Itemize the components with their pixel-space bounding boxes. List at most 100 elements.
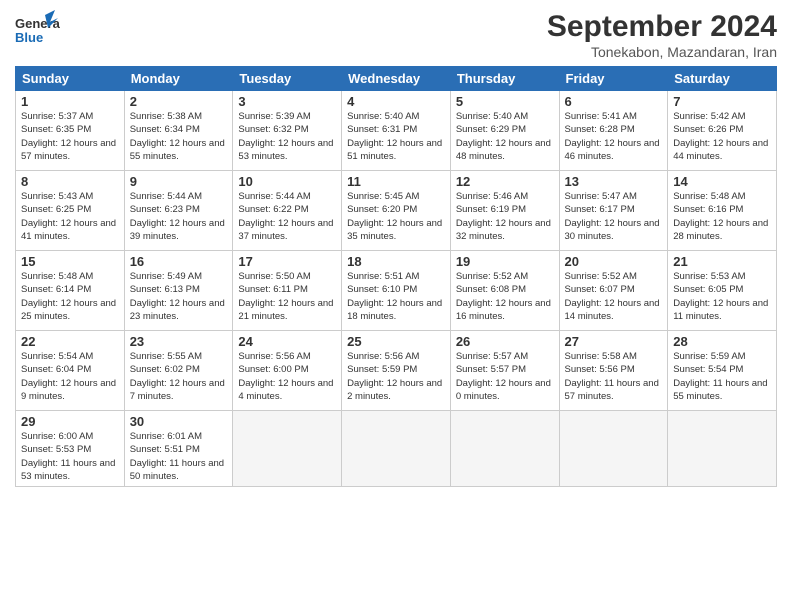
table-row: 12 Sunrise: 5:46 AM Sunset: 6:19 PM Dayl… xyxy=(450,171,559,251)
daylight-label: Daylight: 12 hours and 21 minutes. xyxy=(238,298,333,322)
day-number: 30 xyxy=(130,414,228,429)
day-info: Sunrise: 5:39 AM Sunset: 6:32 PM Dayligh… xyxy=(238,110,336,163)
table-row: 14 Sunrise: 5:48 AM Sunset: 6:16 PM Dayl… xyxy=(668,171,777,251)
day-info: Sunrise: 5:48 AM Sunset: 6:16 PM Dayligh… xyxy=(673,190,771,243)
calendar-week-row: 22 Sunrise: 5:54 AM Sunset: 6:04 PM Dayl… xyxy=(16,331,777,411)
table-row: 3 Sunrise: 5:39 AM Sunset: 6:32 PM Dayli… xyxy=(233,91,342,171)
daylight-label: Daylight: 12 hours and 11 minutes. xyxy=(673,298,768,322)
day-info: Sunrise: 6:00 AM Sunset: 5:53 PM Dayligh… xyxy=(21,430,119,483)
sunset-label: Sunset: 5:53 PM xyxy=(21,444,91,455)
table-row: 4 Sunrise: 5:40 AM Sunset: 6:31 PM Dayli… xyxy=(342,91,451,171)
sunset-label: Sunset: 6:05 PM xyxy=(673,284,743,295)
sunrise-label: Sunrise: 5:54 AM xyxy=(21,351,93,362)
day-info: Sunrise: 5:53 AM Sunset: 6:05 PM Dayligh… xyxy=(673,270,771,323)
table-row xyxy=(559,411,668,487)
sunrise-label: Sunrise: 5:56 AM xyxy=(238,351,310,362)
sunrise-label: Sunrise: 5:48 AM xyxy=(21,271,93,282)
table-row: 17 Sunrise: 5:50 AM Sunset: 6:11 PM Dayl… xyxy=(233,251,342,331)
day-number: 5 xyxy=(456,94,554,109)
day-info: Sunrise: 5:45 AM Sunset: 6:20 PM Dayligh… xyxy=(347,190,445,243)
sunset-label: Sunset: 5:59 PM xyxy=(347,364,417,375)
calendar-week-row: 29 Sunrise: 6:00 AM Sunset: 5:53 PM Dayl… xyxy=(16,411,777,487)
day-info: Sunrise: 6:01 AM Sunset: 5:51 PM Dayligh… xyxy=(130,430,228,483)
day-number: 12 xyxy=(456,174,554,189)
daylight-label: Daylight: 12 hours and 4 minutes. xyxy=(238,378,333,402)
sunrise-label: Sunrise: 5:40 AM xyxy=(456,111,528,122)
day-info: Sunrise: 5:50 AM Sunset: 6:11 PM Dayligh… xyxy=(238,270,336,323)
day-number: 3 xyxy=(238,94,336,109)
sunset-label: Sunset: 6:04 PM xyxy=(21,364,91,375)
sunset-label: Sunset: 6:14 PM xyxy=(21,284,91,295)
table-row: 7 Sunrise: 5:42 AM Sunset: 6:26 PM Dayli… xyxy=(668,91,777,171)
day-number: 20 xyxy=(565,254,663,269)
title-block: September 2024 Tonekabon, Mazandaran, Ir… xyxy=(547,10,777,60)
sunset-label: Sunset: 6:32 PM xyxy=(238,124,308,135)
col-saturday: Saturday xyxy=(668,67,777,91)
day-number: 22 xyxy=(21,334,119,349)
table-row xyxy=(233,411,342,487)
day-info: Sunrise: 5:52 AM Sunset: 6:07 PM Dayligh… xyxy=(565,270,663,323)
table-row: 18 Sunrise: 5:51 AM Sunset: 6:10 PM Dayl… xyxy=(342,251,451,331)
daylight-label: Daylight: 12 hours and 48 minutes. xyxy=(456,138,551,162)
daylight-label: Daylight: 11 hours and 57 minutes. xyxy=(565,378,659,402)
day-info: Sunrise: 5:44 AM Sunset: 6:22 PM Dayligh… xyxy=(238,190,336,243)
daylight-label: Daylight: 12 hours and 14 minutes. xyxy=(565,298,660,322)
day-info: Sunrise: 5:59 AM Sunset: 5:54 PM Dayligh… xyxy=(673,350,771,403)
sunrise-label: Sunrise: 5:45 AM xyxy=(347,191,419,202)
table-row: 1 Sunrise: 5:37 AM Sunset: 6:35 PM Dayli… xyxy=(16,91,125,171)
daylight-label: Daylight: 12 hours and 53 minutes. xyxy=(238,138,333,162)
day-info: Sunrise: 5:56 AM Sunset: 6:00 PM Dayligh… xyxy=(238,350,336,403)
sunrise-label: Sunrise: 5:50 AM xyxy=(238,271,310,282)
day-info: Sunrise: 5:43 AM Sunset: 6:25 PM Dayligh… xyxy=(21,190,119,243)
day-number: 15 xyxy=(21,254,119,269)
svg-text:Blue: Blue xyxy=(15,30,43,45)
sunrise-label: Sunrise: 5:44 AM xyxy=(238,191,310,202)
daylight-label: Daylight: 12 hours and 0 minutes. xyxy=(456,378,551,402)
day-info: Sunrise: 5:46 AM Sunset: 6:19 PM Dayligh… xyxy=(456,190,554,243)
daylight-label: Daylight: 12 hours and 41 minutes. xyxy=(21,218,116,242)
daylight-label: Daylight: 12 hours and 39 minutes. xyxy=(130,218,225,242)
daylight-label: Daylight: 12 hours and 23 minutes. xyxy=(130,298,225,322)
sunrise-label: Sunrise: 5:49 AM xyxy=(130,271,202,282)
table-row: 23 Sunrise: 5:55 AM Sunset: 6:02 PM Dayl… xyxy=(124,331,233,411)
table-row: 20 Sunrise: 5:52 AM Sunset: 6:07 PM Dayl… xyxy=(559,251,668,331)
day-number: 16 xyxy=(130,254,228,269)
day-number: 18 xyxy=(347,254,445,269)
day-number: 17 xyxy=(238,254,336,269)
table-row: 29 Sunrise: 6:00 AM Sunset: 5:53 PM Dayl… xyxy=(16,411,125,487)
sunrise-label: Sunrise: 5:37 AM xyxy=(21,111,93,122)
page: General Blue September 2024 Tonekabon, M… xyxy=(0,0,792,612)
day-number: 21 xyxy=(673,254,771,269)
sunrise-label: Sunrise: 5:44 AM xyxy=(130,191,202,202)
sunset-label: Sunset: 6:07 PM xyxy=(565,284,635,295)
day-number: 4 xyxy=(347,94,445,109)
sunrise-label: Sunrise: 5:41 AM xyxy=(565,111,637,122)
daylight-label: Daylight: 12 hours and 46 minutes. xyxy=(565,138,660,162)
table-row: 8 Sunrise: 5:43 AM Sunset: 6:25 PM Dayli… xyxy=(16,171,125,251)
day-number: 24 xyxy=(238,334,336,349)
logo-icon: General Blue xyxy=(15,10,60,50)
day-number: 8 xyxy=(21,174,119,189)
col-thursday: Thursday xyxy=(450,67,559,91)
table-row: 30 Sunrise: 6:01 AM Sunset: 5:51 PM Dayl… xyxy=(124,411,233,487)
col-sunday: Sunday xyxy=(16,67,125,91)
sunrise-label: Sunrise: 5:56 AM xyxy=(347,351,419,362)
table-row: 5 Sunrise: 5:40 AM Sunset: 6:29 PM Dayli… xyxy=(450,91,559,171)
daylight-label: Daylight: 12 hours and 44 minutes. xyxy=(673,138,768,162)
calendar-header-row: Sunday Monday Tuesday Wednesday Thursday… xyxy=(16,67,777,91)
day-info: Sunrise: 5:37 AM Sunset: 6:35 PM Dayligh… xyxy=(21,110,119,163)
calendar-week-row: 1 Sunrise: 5:37 AM Sunset: 6:35 PM Dayli… xyxy=(16,91,777,171)
day-info: Sunrise: 5:57 AM Sunset: 5:57 PM Dayligh… xyxy=(456,350,554,403)
day-info: Sunrise: 5:52 AM Sunset: 6:08 PM Dayligh… xyxy=(456,270,554,323)
sunset-label: Sunset: 5:54 PM xyxy=(673,364,743,375)
daylight-label: Daylight: 12 hours and 55 minutes. xyxy=(130,138,225,162)
daylight-label: Daylight: 12 hours and 2 minutes. xyxy=(347,378,442,402)
logo: General Blue xyxy=(15,10,60,50)
sunset-label: Sunset: 5:56 PM xyxy=(565,364,635,375)
sunset-label: Sunset: 6:34 PM xyxy=(130,124,200,135)
table-row xyxy=(668,411,777,487)
sunrise-label: Sunrise: 5:57 AM xyxy=(456,351,528,362)
sunrise-label: Sunrise: 5:42 AM xyxy=(673,111,745,122)
calendar-table: Sunday Monday Tuesday Wednesday Thursday… xyxy=(15,66,777,487)
day-number: 11 xyxy=(347,174,445,189)
